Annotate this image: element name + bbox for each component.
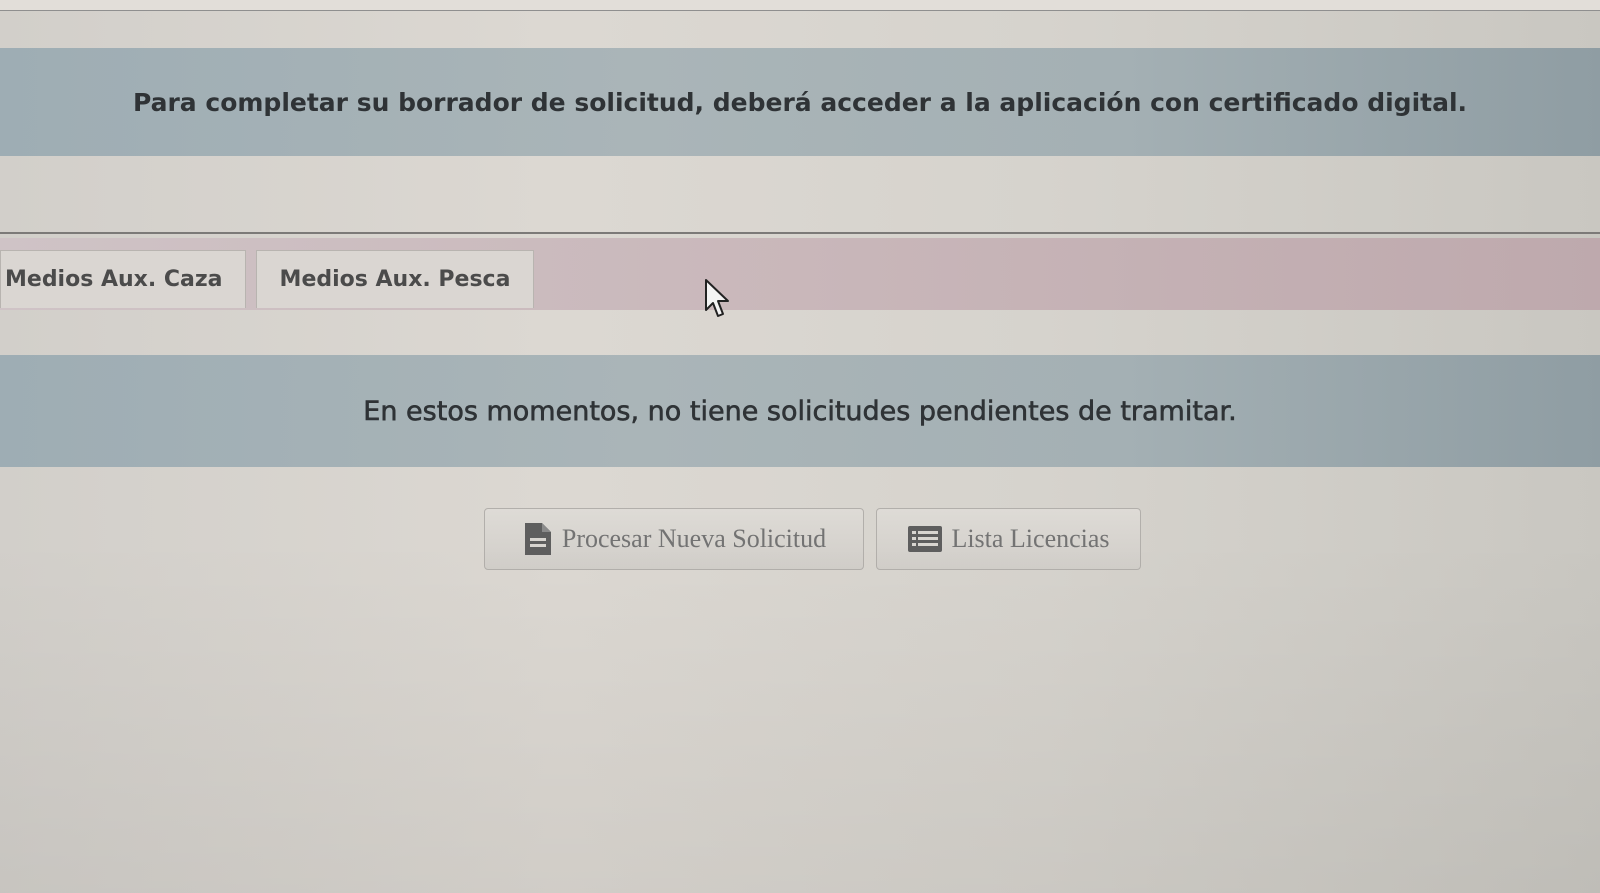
document-icon [524,523,551,555]
certificate-notice-text: Para completar su borrador de solicitud,… [132,87,1468,117]
top-border [0,0,1600,11]
license-list-button[interactable]: Lista Licencias [876,508,1141,570]
tab-medios-aux-caza[interactable]: Medios Aux. Caza [0,250,246,308]
empty-state-banner: En estos momentos, no tiene solicitudes … [0,355,1600,467]
tab-label: Medios Aux. Pesca [279,267,511,292]
section-divider [0,232,1600,234]
license-list-label: Lista Licencias [951,524,1110,553]
tab-bar: Medios Aux. Caza Medios Aux. Pesca [0,238,1600,310]
empty-state-text: En estos momentos, no tiene solicitudes … [363,395,1237,427]
new-request-label: Procesar Nueva Solicitud [561,524,827,553]
list-icon [908,526,943,552]
tab-label: Medios Aux. Caza [5,267,223,292]
certificate-notice-banner: Para completar su borrador de solicitud,… [0,48,1600,156]
new-request-button[interactable]: Procesar Nueva Solicitud [484,508,864,570]
action-buttons: Procesar Nueva Solicitud Lista Licencias [0,508,1600,570]
mouse-pointer-icon [705,279,729,317]
tab-medios-aux-pesca[interactable]: Medios Aux. Pesca [256,250,534,308]
